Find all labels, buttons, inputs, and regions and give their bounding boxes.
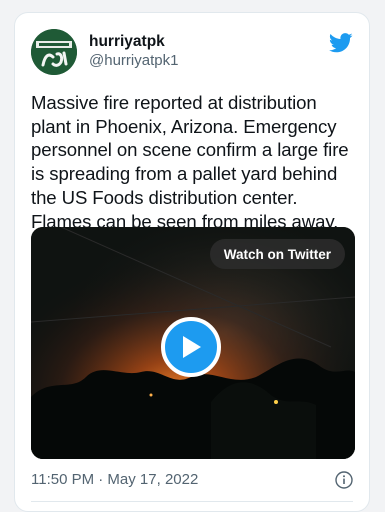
play-button[interactable] xyxy=(161,317,221,377)
tweet-header: hurriyatpk @hurriyatpk1 xyxy=(31,27,353,83)
tweet-text: Massive fire reported at distribution pl… xyxy=(31,92,349,232)
hurriyat-logo-icon xyxy=(31,29,77,75)
tweet-footer: 11:50 PM · May 17, 2022 xyxy=(31,469,353,497)
timestamp[interactable]: 11:50 PM · May 17, 2022 xyxy=(31,471,198,488)
author-display-name[interactable]: hurriyatpk xyxy=(89,32,178,51)
video-thumbnail[interactable]: Watch on Twitter xyxy=(31,227,355,459)
tweet-card: hurriyatpk @hurriyatpk1 Massive fire rep… xyxy=(14,12,370,512)
twitter-bird-icon[interactable] xyxy=(329,33,353,53)
play-icon xyxy=(183,336,201,358)
avatar[interactable] xyxy=(31,29,77,75)
author-handle[interactable]: @hurriyatpk1 xyxy=(89,51,178,71)
divider xyxy=(31,501,353,502)
info-icon[interactable] xyxy=(335,471,353,489)
watch-on-twitter-button[interactable]: Watch on Twitter xyxy=(209,239,345,269)
